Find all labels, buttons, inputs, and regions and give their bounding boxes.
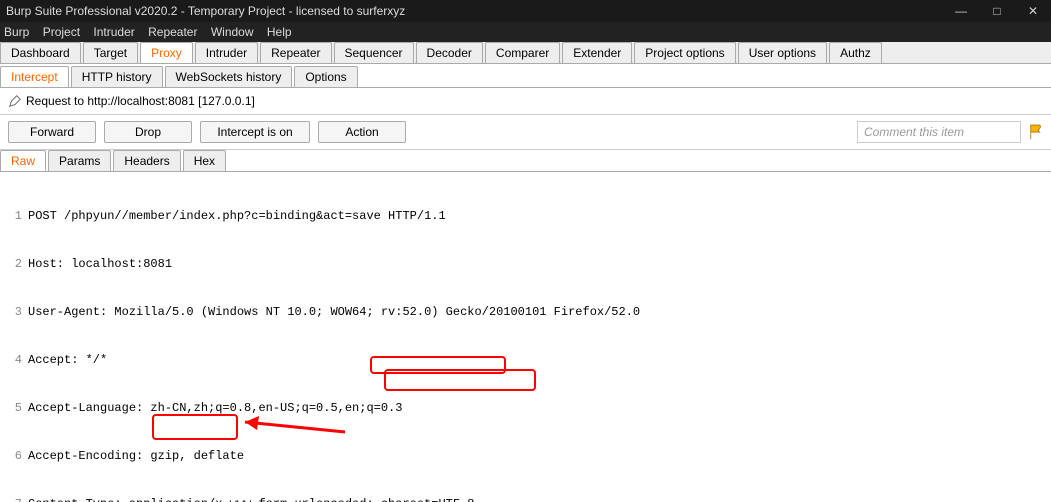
tab-comparer[interactable]: Comparer (485, 42, 560, 63)
tab-sequencer[interactable]: Sequencer (334, 42, 414, 63)
raw-editor[interactable]: 1POST /phpyun//member/index.php?c=bindin… (0, 172, 1051, 502)
tab-target[interactable]: Target (83, 42, 138, 63)
raw-line: User-Agent: Mozilla/5.0 (Windows NT 10.0… (28, 304, 1051, 320)
annotation-box-cookie-moblie-code (384, 369, 536, 391)
subtab-websockets-history[interactable]: WebSockets history (165, 66, 293, 87)
tab-extender[interactable]: Extender (562, 42, 632, 63)
menu-intruder[interactable]: Intruder (93, 25, 134, 39)
menu-help[interactable]: Help (267, 25, 292, 39)
close-button[interactable]: ✕ (1015, 0, 1051, 22)
viewtab-headers[interactable]: Headers (113, 150, 180, 171)
request-line: Request to http://localhost:8081 [127.0.… (0, 88, 1051, 115)
request-line-text: Request to http://localhost:8081 [127.0.… (26, 94, 255, 108)
raw-line: Accept-Language: zh-CN,zh;q=0.8,en-US;q=… (28, 400, 1051, 416)
menu-bar: Burp Project Intruder Repeater Window He… (0, 22, 1051, 42)
tab-repeater[interactable]: Repeater (260, 42, 331, 63)
window-controls: — □ ✕ (943, 0, 1051, 22)
raw-line: Host: localhost:8081 (28, 256, 1051, 272)
maximize-button[interactable]: □ (979, 0, 1015, 22)
tab-proxy[interactable]: Proxy (140, 42, 193, 63)
viewtab-params[interactable]: Params (48, 150, 111, 171)
menu-burp[interactable]: Burp (4, 25, 29, 39)
annotation-arrow (235, 416, 355, 436)
annotation-box-body-code (152, 414, 238, 440)
raw-line: Accept-Encoding: gzip, deflate (28, 448, 1051, 464)
raw-line: Accept: */* (28, 352, 1051, 368)
pencil-icon (8, 94, 22, 108)
view-tabs: Raw Params Headers Hex (0, 150, 1051, 172)
proxy-sub-tabs: Intercept HTTP history WebSockets histor… (0, 64, 1051, 88)
tab-decoder[interactable]: Decoder (416, 42, 483, 63)
action-button[interactable]: Action (318, 121, 406, 143)
minimize-button[interactable]: — (943, 0, 979, 22)
menu-project[interactable]: Project (43, 25, 80, 39)
tab-authz[interactable]: Authz (829, 42, 882, 63)
intercept-toolbar: Forward Drop Intercept is on Action Comm… (0, 115, 1051, 150)
window-title: Burp Suite Professional v2020.2 - Tempor… (6, 0, 405, 22)
highlight-flag-icon[interactable] (1029, 122, 1043, 142)
viewtab-raw[interactable]: Raw (0, 150, 46, 171)
menu-window[interactable]: Window (211, 25, 254, 39)
subtab-options[interactable]: Options (294, 66, 357, 87)
forward-button[interactable]: Forward (8, 121, 96, 143)
comment-input[interactable]: Comment this item (857, 121, 1021, 143)
tab-user-options[interactable]: User options (738, 42, 827, 63)
tab-intruder[interactable]: Intruder (195, 42, 258, 63)
drop-button[interactable]: Drop (104, 121, 192, 143)
subtab-http-history[interactable]: HTTP history (71, 66, 163, 87)
intercept-toggle-button[interactable]: Intercept is on (200, 121, 310, 143)
title-bar: Burp Suite Professional v2020.2 - Tempor… (0, 0, 1051, 22)
raw-line: Content-Type: application/x-www-form-url… (28, 496, 1051, 502)
raw-line: POST /phpyun//member/index.php?c=binding… (28, 208, 1051, 224)
menu-repeater[interactable]: Repeater (148, 25, 197, 39)
subtab-intercept[interactable]: Intercept (0, 66, 69, 87)
viewtab-hex[interactable]: Hex (183, 150, 226, 171)
tab-dashboard[interactable]: Dashboard (0, 42, 81, 63)
tab-project-options[interactable]: Project options (634, 42, 735, 63)
main-tabs: Dashboard Target Proxy Intruder Repeater… (0, 42, 1051, 64)
